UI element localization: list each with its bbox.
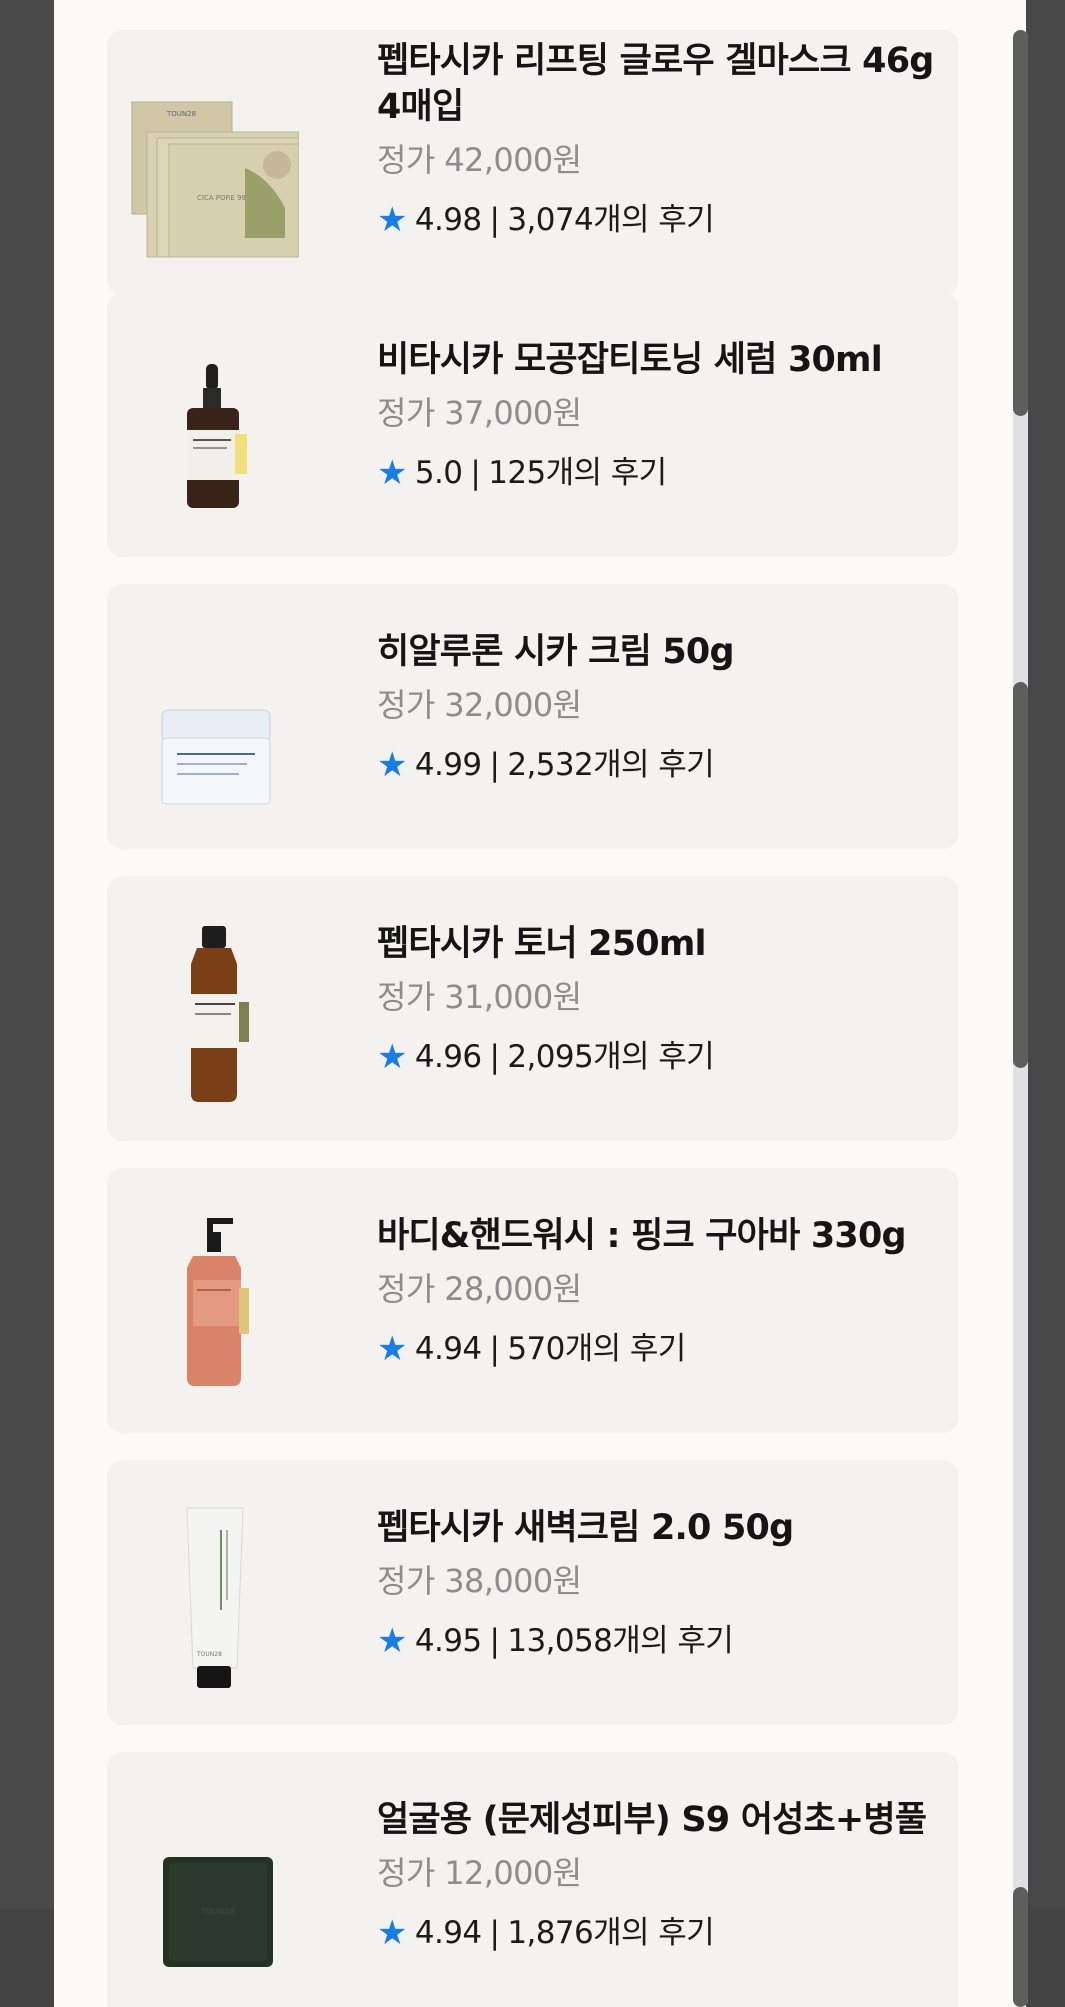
product-card[interactable]: 히알루론 시카 크림 50g 정가 32,000원 ★ 4.99 | 2,532…	[107, 584, 959, 849]
star-icon: ★	[377, 453, 407, 493]
product-rating: ★ 4.95 | 13,058개의 후기	[377, 1621, 947, 1661]
star-icon: ★	[377, 1329, 407, 1369]
svg-text:TOUN28: TOUN28	[166, 110, 196, 118]
toner-bottle-image	[127, 896, 299, 1121]
product-card[interactable]: TOUN28 얼굴용 (문제성피부) S9 어성초+병풀 정가 12,000원 …	[107, 1752, 959, 2007]
review-count: 125개의 후기	[488, 455, 667, 491]
product-rating: ★ 4.94 | 1,876개의 후기	[377, 1913, 947, 1953]
star-icon: ★	[377, 200, 407, 240]
rating-separator: |	[489, 1623, 500, 1659]
rating-score: 4.95	[414, 1623, 482, 1659]
review-count: 1,876개의 후기	[507, 1915, 715, 1951]
review-count: 13,058개의 후기	[507, 1623, 734, 1659]
product-rating: ★ 4.96 | 2,095개의 후기	[377, 1037, 947, 1077]
product-card[interactable]: TOUN28 CICA PORE 99 펩타시카 리프팅 글로우 겔마스크 46…	[107, 30, 959, 295]
svg-text:TOUN28: TOUN28	[196, 1651, 222, 1658]
product-name: 비타시카 모공잡티토닝 세럼 30ml	[377, 340, 883, 380]
rating-score: 4.94	[414, 1915, 482, 1951]
outer-scrollbar-thumb[interactable]	[1013, 682, 1028, 1068]
product-price: 정가 32,000원	[377, 686, 582, 724]
product-card[interactable]: 바디&핸드워시 : 핑크 구아바 330g 정가 28,000원 ★ 4.94 …	[107, 1168, 959, 1433]
product-rating: ★ 4.99 | 2,532개의 후기	[377, 745, 947, 785]
star-icon: ★	[377, 745, 407, 785]
product-price: 정가 42,000원	[377, 141, 582, 179]
rating-score: 4.96	[414, 1039, 482, 1075]
product-name: 펩타시카 새벽크림 2.0 50g	[377, 1508, 794, 1548]
product-card[interactable]: TOUN28 펩타시카 새벽크림 2.0 50g 정가 38,000원 ★ 4.…	[107, 1460, 959, 1725]
rating-separator: |	[489, 1915, 500, 1951]
product-list: TOUN28 CICA PORE 99 펩타시카 리프팅 글로우 겔마스크 46…	[54, 30, 959, 2007]
review-count: 3,074개의 후기	[507, 202, 715, 238]
product-price: 정가 28,000원	[377, 1270, 582, 1308]
lower-scrollbar-thumb[interactable]	[1013, 1887, 1028, 2007]
rating-separator: |	[489, 1331, 500, 1367]
product-name: 펩타시카 리프팅 글로우 겔마스크 46g 4매입	[377, 41, 934, 127]
rating-separator: |	[489, 747, 500, 783]
star-icon: ★	[377, 1037, 407, 1077]
serum-dropper-bottle-image	[127, 312, 299, 537]
review-count: 2,532개의 후기	[507, 747, 715, 783]
product-price: 정가 38,000원	[377, 1562, 582, 1600]
review-count: 2,095개의 후기	[507, 1039, 715, 1075]
product-card[interactable]: 펩타시카 토너 250ml 정가 31,000원 ★ 4.96 | 2,095개…	[107, 876, 959, 1141]
cream-tube-image: TOUN28	[127, 1480, 299, 1705]
product-sheet: TOUN28 CICA PORE 99 펩타시카 리프팅 글로우 겔마스크 46…	[54, 0, 1028, 2007]
product-price: 정가 37,000원	[377, 394, 582, 432]
rating-score: 4.98	[414, 202, 482, 238]
star-icon: ★	[377, 1621, 407, 1661]
rating-score: 5.0	[414, 455, 463, 491]
rating-score: 4.94	[414, 1331, 482, 1367]
scrollbar-thumb[interactable]	[1013, 30, 1028, 416]
product-card[interactable]: 비타시카 모공잡티토닝 세럼 30ml 정가 37,000원 ★ 5.0 | 1…	[107, 292, 959, 557]
gel-mask-pack-image: TOUN28 CICA PORE 99	[127, 50, 299, 275]
product-rating: ★ 5.0 | 125개의 후기	[377, 453, 947, 493]
product-name: 히알루론 시카 크림 50g	[377, 632, 735, 672]
rating-separator: |	[489, 1039, 500, 1075]
star-icon: ★	[377, 1913, 407, 1953]
review-count: 570개의 후기	[507, 1331, 686, 1367]
product-price: 정가 31,000원	[377, 978, 582, 1016]
cream-jar-image	[127, 604, 299, 829]
product-name: 바디&핸드워시 : 핑크 구아바 330g	[377, 1216, 907, 1256]
svg-text:TOUN28: TOUN28	[200, 1907, 234, 1916]
product-price: 정가 12,000원	[377, 1854, 582, 1892]
rating-separator: |	[489, 202, 500, 238]
product-name: 얼굴용 (문제성피부) S9 어성초+병풀	[377, 1800, 927, 1840]
soap-bar-image: TOUN28	[127, 1772, 299, 1997]
product-rating: ★ 4.94 | 570개의 후기	[377, 1329, 947, 1369]
scrollbar-track[interactable]	[1013, 30, 1028, 2007]
product-name: 펩타시카 토너 250ml	[377, 924, 707, 964]
product-rating: ★ 4.98 | 3,074개의 후기	[377, 200, 947, 240]
svg-text:CICA PORE 99: CICA PORE 99	[197, 194, 246, 202]
rating-score: 4.99	[414, 747, 482, 783]
backdrop-right	[1025, 0, 1065, 2007]
rating-separator: |	[470, 455, 481, 491]
pump-bottle-image	[127, 1188, 299, 1413]
